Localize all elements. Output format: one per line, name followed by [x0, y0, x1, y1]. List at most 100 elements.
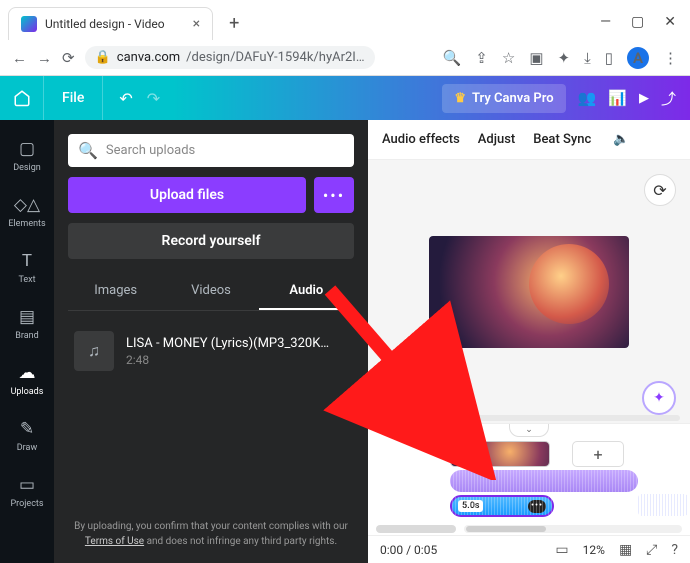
tab-videos[interactable]: Videos: [163, 273, 258, 310]
shapes-icon: ◇△: [14, 195, 40, 215]
fullscreen-icon[interactable]: ⤢: [646, 542, 657, 558]
share-icon[interactable]: ⇪: [475, 49, 488, 67]
search-input[interactable]: [106, 143, 344, 158]
back-icon[interactable]: ←: [12, 49, 27, 67]
timeline-footer: 0:00 / 0:05 ▭ 12% ▦ ⤢ ?: [368, 535, 690, 563]
share-icon-top[interactable]: ⤴: [661, 88, 676, 109]
reload-icon[interactable]: ⟳: [62, 49, 75, 67]
tab-favicon: [21, 16, 37, 32]
audio-effects-button[interactable]: Audio effects: [382, 132, 460, 147]
audio-list-item[interactable]: ♫ LISA - MONEY (Lyrics)(MP3_320K… 2:48: [68, 325, 354, 377]
draw-icon: ✎: [20, 419, 34, 439]
canvas-area: Audio effects Adjust Beat Sync 🔈 ⟳ ✦ ⌄ 5…: [368, 120, 690, 563]
uploads-tabs: Images Videos Audio: [68, 273, 354, 311]
timeline: ⌄ 5.0s + 5.0s •••: [368, 423, 690, 563]
timeline-collapse-handle[interactable]: ⌄: [509, 423, 549, 437]
canvas-stage[interactable]: ⟳ ✦: [368, 160, 690, 423]
folder-icon: ▭: [19, 475, 35, 495]
home-button[interactable]: [0, 76, 44, 120]
url-host: canva.com: [117, 50, 180, 65]
undo-icon[interactable]: ↶: [119, 89, 132, 108]
rail-projects[interactable]: ▭Projects: [0, 466, 54, 518]
window-controls: — ▢ ✕: [600, 14, 690, 40]
download-icon[interactable]: ⤓: [584, 49, 591, 67]
file-menu[interactable]: File: [44, 76, 103, 120]
rail-text[interactable]: TText: [0, 242, 54, 294]
record-yourself-button[interactable]: Record yourself: [68, 223, 354, 259]
cloud-upload-icon: ☁: [19, 363, 36, 383]
moon-graphic: [529, 244, 609, 324]
browser-addressbar: ← → ⟳ 🔒 canva.com /design/DAFuY-1594k/hy…: [0, 40, 690, 76]
timeline-scrollbar[interactable]: [464, 525, 682, 533]
main-area: ▢Design ◇△Elements TText ▤Brand ☁Uploads…: [0, 120, 690, 563]
kebab-menu-icon[interactable]: ⋮: [663, 49, 678, 67]
audio-clip-2-selected[interactable]: 5.0s •••: [450, 495, 554, 517]
refresh-button[interactable]: ⟳: [644, 174, 676, 206]
grid-view-icon[interactable]: ▦: [619, 542, 632, 558]
star-icon[interactable]: ☆: [502, 49, 515, 67]
collaborators-icon[interactable]: 👥: [578, 89, 597, 107]
rail-draw[interactable]: ✎Draw: [0, 410, 54, 462]
canva-topbar: File ↶ ↷ ♛ Try Canva Pro 👥 📊 ▶ ⤴: [0, 76, 690, 120]
maximize-icon[interactable]: ▢: [631, 14, 644, 30]
browser-tab[interactable]: Untitled design - Video ×: [8, 7, 213, 40]
video-clip-duration: 5.0s: [454, 448, 479, 460]
speaker-icon[interactable]: 🔈: [613, 132, 629, 147]
upload-disclaimer: By uploading, you confirm that your cont…: [68, 519, 354, 549]
zoom-icon[interactable]: 🔍: [443, 49, 462, 67]
timeline-scroll-left[interactable]: [376, 525, 456, 533]
crown-icon: ♛: [454, 91, 466, 106]
audio-duration: 2:48: [126, 353, 348, 367]
upload-files-button[interactable]: Upload files: [68, 177, 306, 213]
text-icon: T: [22, 251, 32, 271]
present-icon[interactable]: ▶: [639, 91, 649, 106]
profile-avatar[interactable]: A: [627, 47, 649, 69]
zoom-level[interactable]: 12%: [583, 543, 605, 557]
adjust-button[interactable]: Adjust: [478, 132, 515, 147]
tab-images[interactable]: Images: [68, 273, 163, 310]
browser-titlebar: Untitled design - Video × + — ▢ ✕: [0, 0, 690, 40]
url-field[interactable]: 🔒 canva.com /design/DAFuY-1594k/hyAr2I…: [85, 46, 375, 69]
upload-more-button[interactable]: •••: [314, 177, 354, 213]
terms-link[interactable]: Terms of Use: [85, 536, 144, 547]
audio-title: LISA - MONEY (Lyrics)(MP3_320K…: [126, 336, 348, 351]
new-tab-button[interactable]: +: [223, 7, 245, 40]
url-path: /design/DAFuY-1594k/hyAr2I…: [186, 50, 364, 65]
side-rail: ▢Design ◇△Elements TText ▤Brand ☁Uploads…: [0, 120, 54, 563]
reader-icon[interactable]: ▯: [605, 49, 613, 67]
search-uploads[interactable]: 🔍: [68, 134, 354, 167]
redo-icon[interactable]: ↷: [147, 89, 160, 108]
pages-view-icon[interactable]: ▭: [555, 542, 568, 558]
video-preview[interactable]: [429, 236, 629, 348]
rail-uploads[interactable]: ☁Uploads: [0, 354, 54, 406]
beat-sync-button[interactable]: Beat Sync: [533, 132, 591, 147]
rail-design[interactable]: ▢Design: [0, 130, 54, 182]
template-icon: ▢: [19, 139, 35, 159]
analytics-icon[interactable]: 📊: [608, 89, 627, 107]
try-pro-button[interactable]: ♛ Try Canva Pro: [442, 84, 565, 113]
close-window-icon[interactable]: ✕: [664, 14, 676, 30]
magic-button[interactable]: ✦: [642, 381, 676, 415]
close-tab-icon[interactable]: ×: [193, 16, 200, 32]
rail-brand[interactable]: ▤Brand: [0, 298, 54, 350]
tab-title: Untitled design - Video: [45, 17, 165, 31]
audio-clip-1[interactable]: [450, 470, 638, 492]
audio-overflow-wave: [638, 494, 688, 516]
forward-icon[interactable]: →: [37, 49, 52, 67]
tab-audio[interactable]: Audio: [259, 273, 354, 310]
extension-box-icon[interactable]: ▣: [529, 49, 543, 67]
puzzle-icon[interactable]: ✦: [558, 49, 571, 67]
canvas-toolbar: Audio effects Adjust Beat Sync 🔈: [368, 120, 690, 160]
search-icon: 🔍: [78, 141, 98, 160]
minimize-icon[interactable]: —: [600, 14, 611, 30]
stage-scrollbar[interactable]: [378, 415, 680, 421]
video-clip[interactable]: 5.0s: [450, 441, 550, 467]
help-icon[interactable]: ?: [671, 542, 678, 558]
lock-icon: 🔒: [95, 50, 111, 65]
uploads-panel: 🔍 Upload files ••• Record yourself Image…: [54, 120, 368, 563]
music-note-icon: ♫: [74, 331, 114, 371]
add-page-button[interactable]: +: [572, 441, 624, 467]
rail-elements[interactable]: ◇△Elements: [0, 186, 54, 238]
time-display: 0:00 / 0:05: [380, 543, 437, 557]
brand-icon: ▤: [19, 307, 35, 327]
